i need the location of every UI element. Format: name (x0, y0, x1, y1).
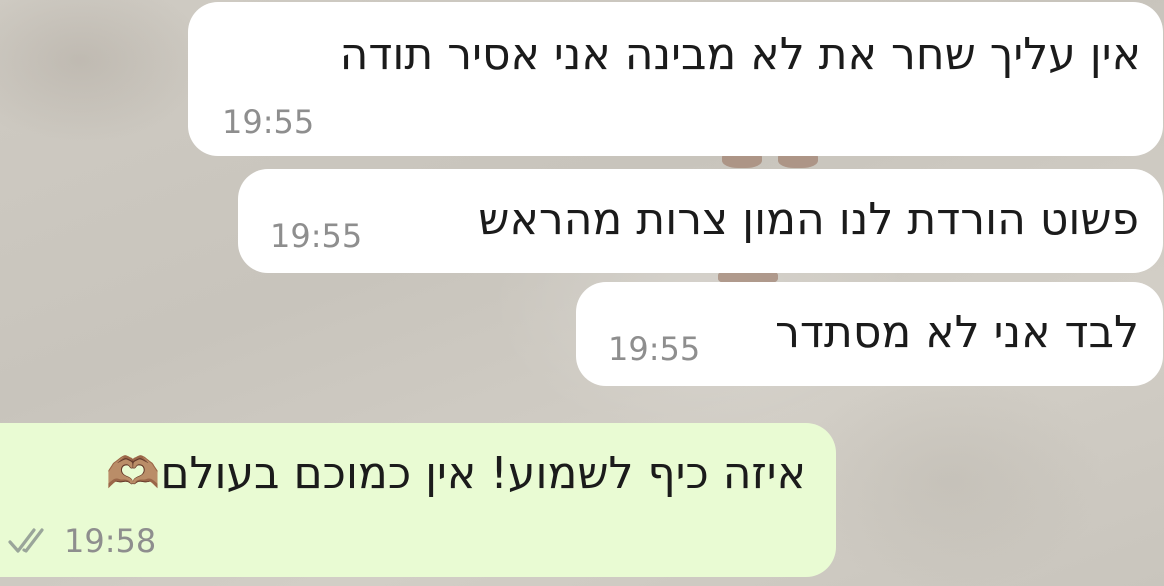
message-timestamp: 19:58 (64, 522, 157, 560)
message-text: איזה כיף לשמוע! אין כמוכם בעולם🫶🏽 (105, 448, 806, 499)
message-timestamp: 19:55 (222, 103, 315, 141)
message-text: פשוט הורדת לנו המון צרות מהראש (478, 194, 1139, 245)
read-double-check-icon (8, 528, 44, 553)
message-bubble-incoming[interactable]: לבד אני לא מסתדר 19:55 (576, 282, 1163, 386)
message-bubble-incoming[interactable]: פשוט הורדת לנו המון צרות מהראש 19:55 (238, 169, 1163, 273)
message-bubble-incoming[interactable]: אין עליך שחר את לא מבינה אני אסיר תודה 1… (188, 2, 1163, 156)
message-text: לבד אני לא מסתדר (775, 307, 1139, 358)
message-timestamp: 19:55 (608, 330, 701, 368)
message-timestamp: 19:55 (270, 217, 363, 255)
message-bubble-outgoing[interactable]: איזה כיף לשמוע! אין כמוכם בעולם🫶🏽 19:58 (0, 423, 836, 577)
message-text: אין עליך שחר את לא מבינה אני אסיר תודה (339, 29, 1141, 80)
